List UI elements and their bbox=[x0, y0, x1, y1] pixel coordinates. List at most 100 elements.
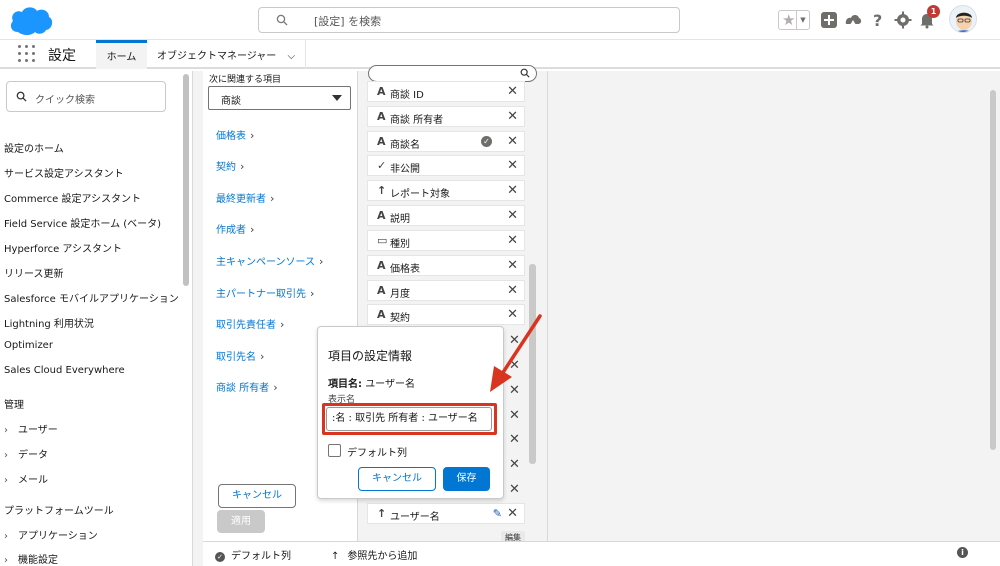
cancel-button[interactable]: キャンセル bbox=[218, 484, 296, 508]
related-link-created-by[interactable]: 作成者 › bbox=[216, 221, 254, 236]
related-link-label: 価格表 bbox=[216, 131, 246, 142]
sidebar-item-setup-home[interactable]: 設定のホーム bbox=[4, 140, 64, 155]
sidebar-item-sales-cloud-everywhere[interactable]: Sales Cloud Everywhere bbox=[4, 365, 125, 376]
column-label: 種別 bbox=[390, 239, 410, 250]
sidebar-item-field-service[interactable]: Field Service 設定ホーム (ベータ) bbox=[4, 215, 161, 230]
chevron-down-icon[interactable]: ⌵ bbox=[288, 51, 296, 62]
remove-icon[interactable]: ✕ bbox=[509, 482, 520, 497]
favorites-button[interactable]: ★ ▼ bbox=[778, 10, 810, 30]
column-item[interactable]: A 説明 ✕ bbox=[367, 205, 525, 226]
sidebar-item-release-updates[interactable]: リリース更新 bbox=[4, 265, 64, 280]
salesforce-logo-icon[interactable] bbox=[8, 3, 54, 37]
app-launcher-icon[interactable] bbox=[18, 45, 35, 62]
sidebar-item-service-setup[interactable]: サービス設定アシスタント bbox=[4, 165, 124, 180]
sidebar-item-hyperforce[interactable]: Hyperforce アシスタント bbox=[4, 240, 122, 255]
column-item-username[interactable]: ↑ ユーザー名 ✎ ✕ bbox=[367, 503, 525, 524]
remove-icon[interactable]: ✕ bbox=[507, 84, 518, 99]
sidebar-item-users-label: ユーザー bbox=[18, 425, 58, 436]
remove-icon[interactable]: ✕ bbox=[507, 283, 518, 298]
sidebar-item-users[interactable]: › ユーザー bbox=[4, 421, 58, 436]
chevron-right-icon: › bbox=[270, 192, 275, 205]
tab-home[interactable]: ホーム bbox=[96, 40, 147, 69]
sidebar-item-lightning-usage[interactable]: Lightning 利用状況 bbox=[4, 315, 94, 330]
info-icon[interactable]: i bbox=[957, 547, 968, 558]
remove-icon[interactable]: ✕ bbox=[507, 258, 518, 273]
gear-icon[interactable] bbox=[894, 11, 912, 29]
bottom-toolbar: ✓ デフォルト列 ↑ 参照先から追加 bbox=[203, 541, 1000, 566]
sidebar-item-apps[interactable]: › アプリケーション bbox=[4, 527, 98, 542]
text-field-icon: A bbox=[377, 110, 386, 123]
trailhead-icon[interactable] bbox=[844, 11, 862, 29]
related-link-label: 商談 所有者 bbox=[216, 383, 270, 394]
remove-icon[interactable]: ✕ bbox=[509, 457, 520, 472]
sidebar-item-optimizer[interactable]: Optimizer bbox=[4, 340, 53, 351]
apply-button[interactable]: 適用 bbox=[217, 510, 265, 533]
avatar-image bbox=[950, 6, 976, 32]
remove-icon[interactable]: ✕ bbox=[507, 134, 518, 149]
star-icon: ★ bbox=[782, 11, 796, 29]
column-item[interactable]: A 月度 ✕ bbox=[367, 280, 525, 301]
sidebar-item-mobile-app[interactable]: Salesforce モバイルアプリケーション bbox=[4, 290, 179, 305]
tab-object-manager[interactable]: オブジェクトマネージャー ⌵ bbox=[147, 40, 307, 69]
column-item[interactable]: A 商談名 ✓ ✕ bbox=[367, 131, 525, 152]
related-link-pricebook[interactable]: 価格表 › bbox=[216, 127, 254, 142]
column-item[interactable]: ▭ 種別 ✕ bbox=[367, 230, 525, 251]
related-object-select[interactable]: 商談 bbox=[208, 86, 351, 110]
column-search-input[interactable] bbox=[368, 65, 537, 82]
sidebar-item-feature-settings[interactable]: › 機能設定 bbox=[4, 551, 58, 566]
remove-icon[interactable]: ✕ bbox=[509, 408, 520, 423]
remove-icon[interactable]: ✕ bbox=[507, 109, 518, 124]
sidebar-scrollbar[interactable] bbox=[183, 74, 189, 286]
related-link-opportunity-owner[interactable]: 商談 所有者 › bbox=[216, 379, 278, 394]
related-link-contract[interactable]: 契約 › bbox=[216, 158, 244, 173]
avatar[interactable] bbox=[949, 5, 977, 33]
arrow-up-icon: ↑ bbox=[331, 551, 340, 562]
chevron-right-icon: › bbox=[250, 223, 255, 236]
main-scrollbar[interactable] bbox=[990, 90, 996, 450]
remove-icon[interactable]: ✕ bbox=[507, 233, 518, 248]
related-link-primary-partner[interactable]: 主パートナー取引先 › bbox=[216, 285, 314, 300]
text-field-icon: A bbox=[377, 85, 386, 98]
lookup-field-icon: ↑ bbox=[377, 507, 387, 520]
column-label: ユーザー名 bbox=[390, 512, 440, 523]
global-search-input[interactable]: [設定] を検索 bbox=[258, 7, 680, 33]
remove-icon[interactable]: ✕ bbox=[507, 158, 518, 173]
column-label: 月度 bbox=[390, 289, 410, 300]
related-link-primary-campaign[interactable]: 主キャンペーンソース › bbox=[216, 253, 323, 268]
sidebar-section-platform-tools: プラットフォームツール bbox=[4, 506, 114, 517]
column-label: 商談 ID bbox=[390, 90, 424, 101]
checkbox-field-icon: ✓ bbox=[377, 159, 387, 172]
remove-icon[interactable]: ✕ bbox=[509, 432, 520, 447]
help-icon[interactable]: ? bbox=[869, 11, 887, 29]
chevron-right-icon: › bbox=[240, 160, 245, 173]
sidebar-item-email[interactable]: › メール bbox=[4, 471, 48, 486]
chevron-right-icon: › bbox=[4, 555, 8, 566]
default-column-checkbox[interactable] bbox=[328, 444, 341, 457]
quick-find-input[interactable]: クイック検索 bbox=[6, 81, 166, 112]
pencil-icon[interactable]: ✎ bbox=[493, 507, 502, 520]
sidebar-item-commerce-setup[interactable]: Commerce 設定アシスタント bbox=[4, 190, 141, 205]
column-item[interactable]: A 商談 ID ✕ bbox=[367, 81, 525, 102]
global-create-icon[interactable] bbox=[820, 11, 838, 29]
default-columns-button[interactable]: ✓ デフォルト列 bbox=[215, 547, 291, 562]
remove-icon[interactable]: ✕ bbox=[507, 208, 518, 223]
popover-save-button[interactable]: 保存 bbox=[443, 467, 490, 491]
column-item[interactable]: A 商談 所有者 ✕ bbox=[367, 106, 525, 127]
related-link-account-name[interactable]: 取引先名 › bbox=[216, 348, 264, 363]
column-item[interactable]: A 価格表 ✕ bbox=[367, 255, 525, 276]
related-link-last-modified-by[interactable]: 最終更新者 › bbox=[216, 190, 274, 205]
text-field-icon: A bbox=[377, 308, 386, 321]
field-name-label: 項目名: bbox=[328, 379, 362, 390]
search-icon bbox=[276, 14, 288, 26]
add-from-lookup-button[interactable]: ↑ 参照先から追加 bbox=[331, 547, 417, 562]
column-item[interactable]: ↑ レポート対象 ✕ bbox=[367, 180, 525, 201]
chevron-down-icon[interactable]: ▼ bbox=[796, 11, 809, 29]
sidebar-item-data[interactable]: › データ bbox=[4, 446, 48, 461]
remove-icon[interactable]: ✕ bbox=[507, 506, 518, 521]
remove-icon[interactable]: ✕ bbox=[507, 183, 518, 198]
related-objects-label: 次に関連する項目 bbox=[209, 75, 282, 85]
picklist-field-icon: ▭ bbox=[377, 234, 388, 247]
related-link-contact[interactable]: 取引先責任者 › bbox=[216, 316, 284, 331]
column-item[interactable]: ✓ 非公開 ✕ bbox=[367, 155, 525, 176]
popover-cancel-button[interactable]: キャンセル bbox=[358, 467, 436, 491]
